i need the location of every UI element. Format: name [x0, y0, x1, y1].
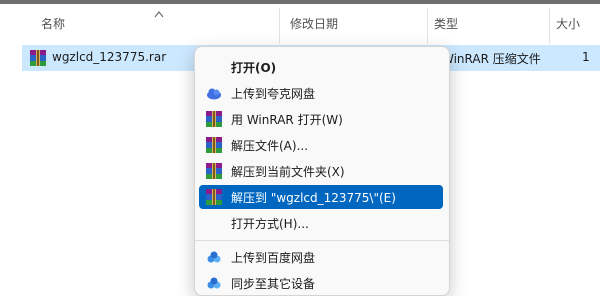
menu-item-label: 打开(O) [231, 61, 277, 75]
column-divider[interactable] [279, 8, 280, 44]
baidu-cloud-icon [207, 251, 221, 263]
column-header-row: 名称 修改日期 类型 大小 [0, 4, 600, 44]
column-header-name[interactable]: 名称 [41, 15, 65, 32]
winrar-icon [206, 111, 222, 127]
menu-item-open-with-winrar[interactable]: 用 WinRAR 打开(W) [199, 107, 443, 131]
menu-item-open[interactable]: 打开(O) [199, 55, 443, 79]
menu-item-label: 打开方式(H)... [231, 217, 309, 231]
file-size: 1 [582, 50, 590, 64]
menu-item-upload-quark[interactable]: 上传到夸克网盘 [199, 81, 443, 105]
menu-item-extract-to-folder[interactable]: 解压到 "wgzlcd_123775\"(E) [199, 185, 443, 209]
menu-item-upload-baidu[interactable]: 上传到百度网盘 [199, 245, 443, 269]
file-explorer: 名称 修改日期 类型 大小 wgzlcd_123775.rar WinRAR 压… [0, 0, 600, 296]
winrar-icon [206, 137, 222, 153]
quark-cloud-icon [207, 88, 221, 100]
baidu-sync-icon [207, 277, 221, 289]
menu-item-label: 解压到 "wgzlcd_123775\"(E) [231, 191, 396, 205]
menu-item-extract-files[interactable]: 解压文件(A)... [199, 133, 443, 157]
menu-separator [195, 240, 449, 241]
winrar-icon [206, 189, 222, 205]
winrar-icon [206, 163, 222, 179]
column-divider[interactable] [427, 8, 428, 44]
menu-item-label: 上传到百度网盘 [231, 251, 316, 265]
menu-item-extract-here[interactable]: 解压到当前文件夹(X) [199, 159, 443, 183]
file-name: wgzlcd_123775.rar [52, 50, 167, 64]
sort-ascending-icon[interactable] [154, 10, 164, 18]
column-header-modified[interactable]: 修改日期 [290, 15, 338, 32]
menu-item-open-with[interactable]: 打开方式(H)... [199, 211, 443, 235]
winrar-archive-icon [30, 50, 46, 66]
menu-item-sync-device[interactable]: 同步至其它设备 [199, 271, 443, 295]
menu-item-label: 用 WinRAR 打开(W) [231, 113, 343, 127]
menu-item-label: 同步至其它设备 [231, 277, 316, 291]
menu-item-label: 上传到夸克网盘 [231, 87, 316, 101]
column-header-type[interactable]: 类型 [434, 15, 458, 32]
column-divider[interactable] [549, 8, 550, 44]
file-type: WinRAR 压缩文件 [442, 52, 541, 66]
column-header-size[interactable]: 大小 [556, 15, 580, 32]
menu-item-label: 解压文件(A)... [231, 139, 309, 153]
menu-item-label: 解压到当前文件夹(X) [231, 165, 345, 179]
context-menu: 打开(O) 上传到夸克网盘 用 WinRAR 打开(W) 解压文件(A)... [194, 46, 450, 296]
